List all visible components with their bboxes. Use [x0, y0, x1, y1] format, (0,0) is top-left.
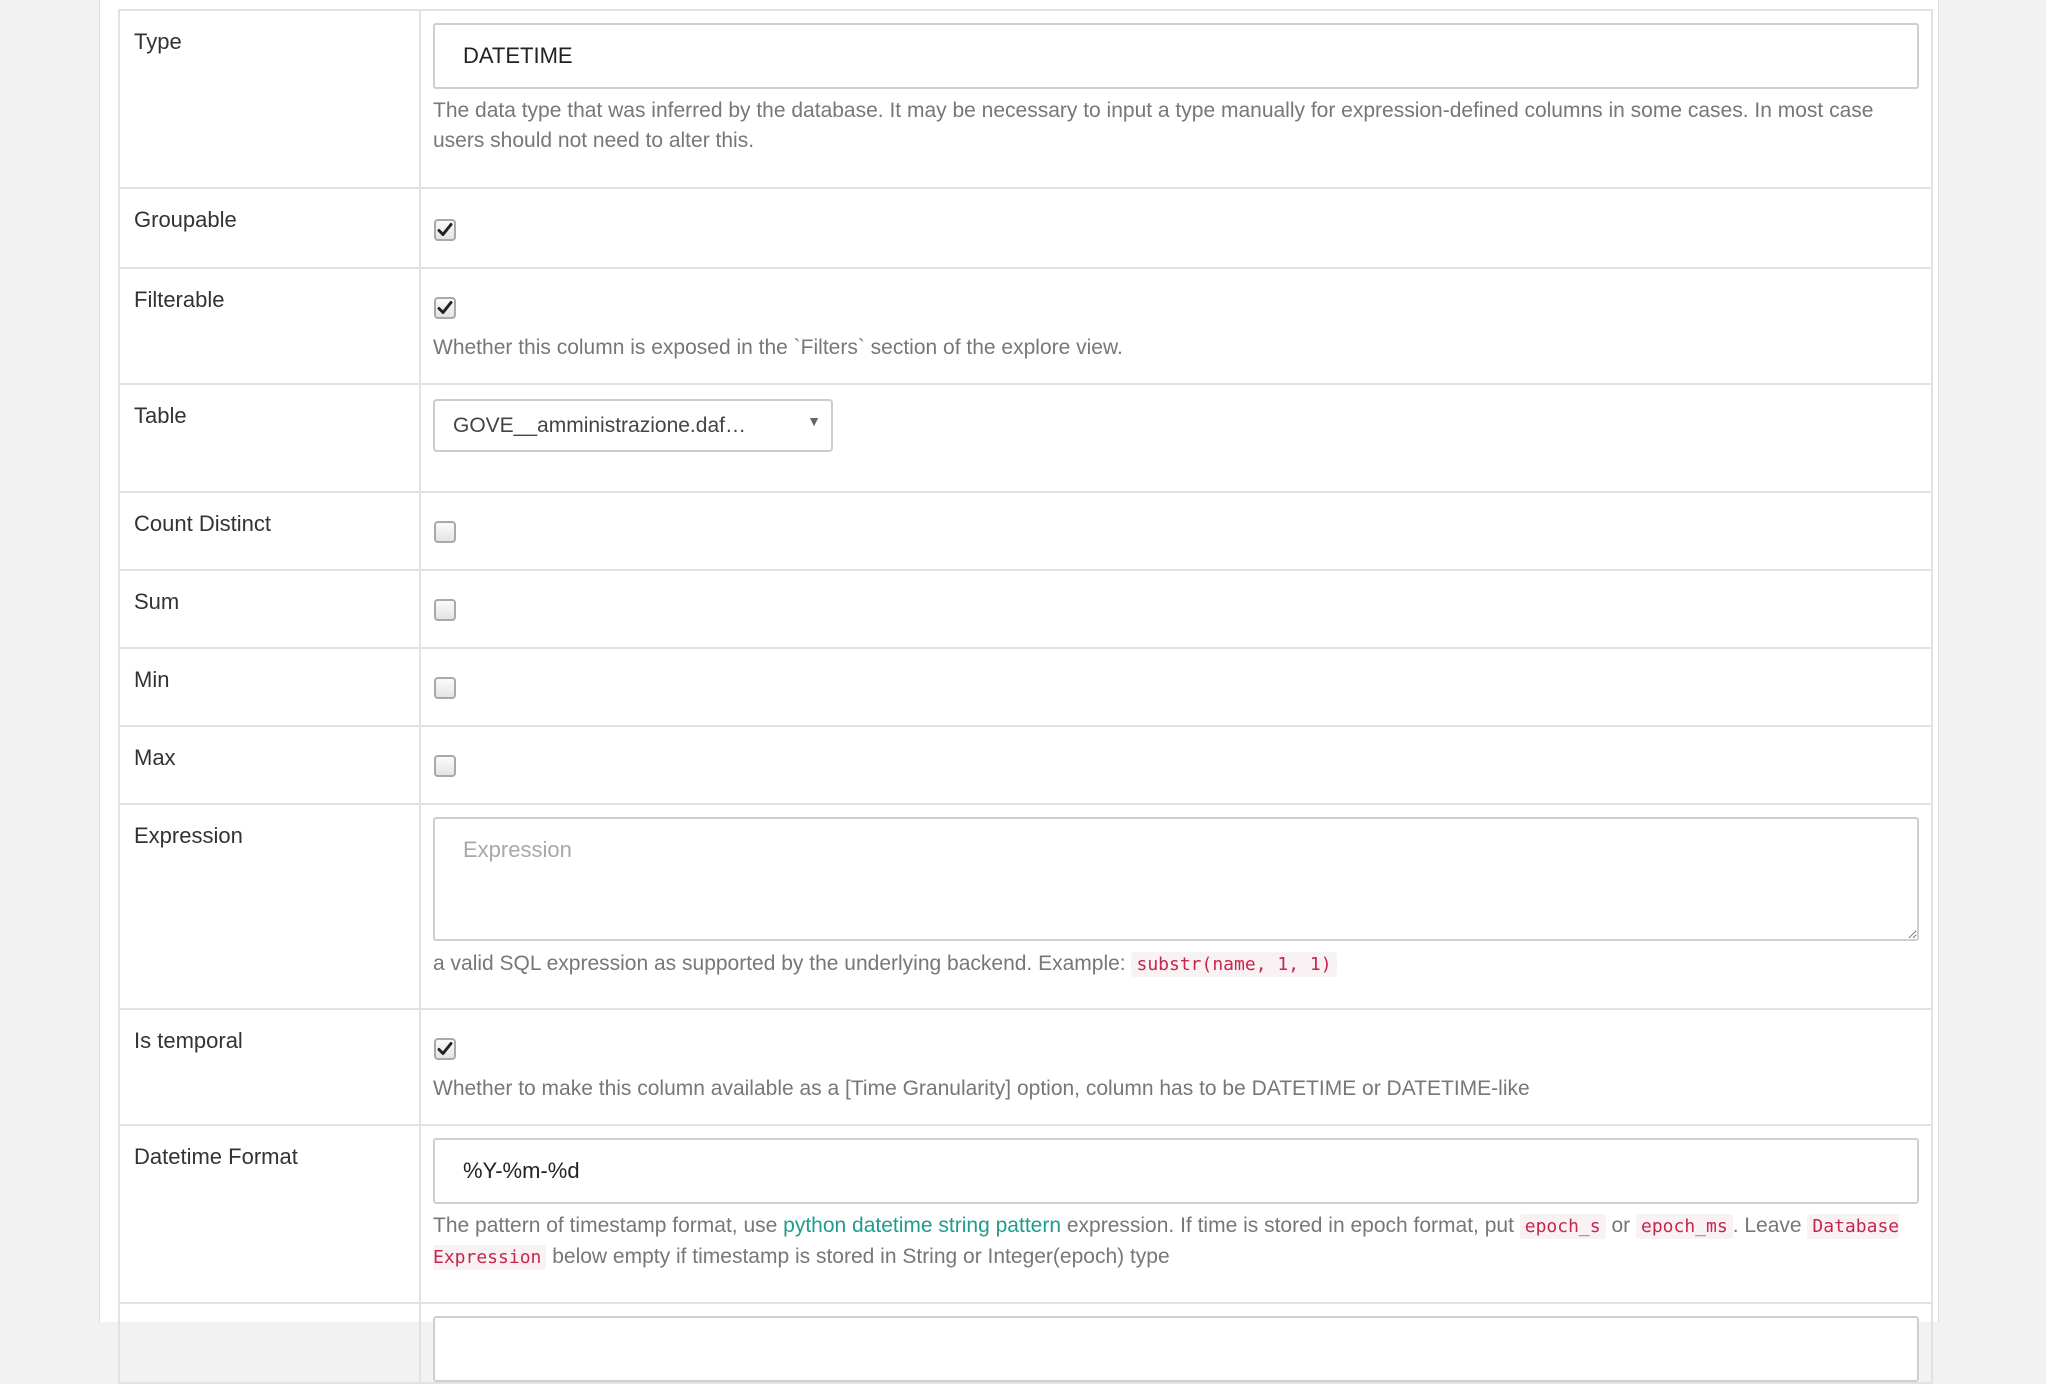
datetime-help-part-4: below empty if timestamp is stored in St… [552, 1245, 1170, 1268]
datetime-help-or: or [1611, 1214, 1631, 1237]
filterable-field-cell: Whether this column is exposed in the `F… [419, 267, 1933, 385]
max-label: Max [118, 725, 421, 805]
edit-column-panel: Type The data type that was inferred by … [99, 0, 1939, 1384]
min-field-cell [419, 647, 1933, 727]
next-row-label [118, 1302, 421, 1384]
count-distinct-checkbox[interactable] [434, 521, 456, 543]
groupable-field-cell [419, 187, 1933, 269]
datetime-format-input[interactable] [433, 1138, 1919, 1204]
form-row-expression: Expression a valid SQL expression as sup… [118, 803, 1933, 1010]
form-row-datetime-format: Datetime Format The pattern of timestamp… [118, 1124, 1933, 1304]
epoch-s-code: epoch_s [1519, 1214, 1606, 1239]
type-input[interactable] [433, 23, 1919, 89]
checkmark-icon [437, 223, 453, 236]
max-checkbox[interactable] [434, 755, 456, 777]
next-row-input[interactable] [433, 1316, 1919, 1382]
expression-label: Expression [118, 803, 421, 1010]
datetime-format-help-text: The pattern of timestamp format, use pyt… [433, 1211, 1919, 1273]
checkmark-icon [437, 1042, 453, 1055]
datetime-format-field-cell: The pattern of timestamp format, use pyt… [419, 1124, 1933, 1304]
epoch-ms-code: epoch_ms [1635, 1214, 1733, 1239]
count-distinct-field-cell [419, 491, 1933, 571]
checkmark-icon [437, 301, 453, 314]
type-help-text: The data type that was inferred by the d… [433, 99, 1874, 152]
form-row-next [118, 1302, 1933, 1384]
expression-textarea[interactable] [433, 817, 1919, 941]
python-datetime-pattern-link[interactable]: python datetime string pattern [783, 1214, 1061, 1237]
expression-field-cell: a valid SQL expression as supported by t… [419, 803, 1933, 1010]
filterable-checkbox[interactable] [434, 297, 456, 319]
form-row-table: Table GOVE__amministrazione.daf… ▼ [118, 383, 1933, 493]
groupable-label: Groupable [118, 187, 421, 269]
sum-label: Sum [118, 569, 421, 649]
min-label: Min [118, 647, 421, 727]
filterable-help-text: Whether this column is exposed in the `F… [433, 336, 1123, 359]
form-row-count-distinct: Count Distinct [118, 491, 1933, 571]
expression-example-code: substr(name, 1, 1) [1131, 952, 1337, 977]
form-row-groupable: Groupable [118, 187, 1933, 269]
table-label: Table [118, 383, 421, 493]
datetime-help-part-3: . Leave [1732, 1214, 1802, 1237]
type-field-cell: The data type that was inferred by the d… [419, 9, 1933, 189]
is-temporal-checkbox[interactable] [434, 1038, 456, 1060]
column-form-table: Type The data type that was inferred by … [118, 9, 1933, 1384]
table-select-value: GOVE__amministrazione.daf… [453, 414, 746, 437]
groupable-checkbox[interactable] [434, 219, 456, 241]
max-field-cell [419, 725, 1933, 805]
expression-help-text: a valid SQL expression as supported by t… [433, 949, 1919, 980]
filterable-label: Filterable [118, 267, 421, 385]
form-row-filterable: Filterable Whether this column is expose… [118, 267, 1933, 385]
form-row-min: Min [118, 647, 1933, 727]
sum-field-cell [419, 569, 1933, 649]
count-distinct-label: Count Distinct [118, 491, 421, 571]
expression-help-prefix: a valid SQL expression as supported by t… [433, 952, 1126, 975]
caret-down-icon: ▼ [807, 413, 821, 429]
min-checkbox[interactable] [434, 677, 456, 699]
next-row-field-cell [419, 1302, 1933, 1384]
type-label: Type [118, 9, 421, 189]
is-temporal-label: Is temporal [118, 1008, 421, 1126]
datetime-help-part-2: expression. If time is stored in epoch f… [1066, 1214, 1514, 1237]
datetime-format-label: Datetime Format [118, 1124, 421, 1304]
is-temporal-field-cell: Whether to make this column available as… [419, 1008, 1933, 1126]
form-row-sum: Sum [118, 569, 1933, 649]
table-field-cell: GOVE__amministrazione.daf… ▼ [419, 383, 1933, 493]
sum-checkbox[interactable] [434, 599, 456, 621]
datetime-help-part-1: The pattern of timestamp format, use [433, 1214, 778, 1237]
form-row-max: Max [118, 725, 1933, 805]
form-row-type: Type The data type that was inferred by … [118, 9, 1933, 189]
form-row-is-temporal: Is temporal Whether to make this column … [118, 1008, 1933, 1126]
table-select[interactable]: GOVE__amministrazione.daf… ▼ [433, 399, 833, 452]
is-temporal-help-text: Whether to make this column available as… [433, 1077, 1530, 1100]
